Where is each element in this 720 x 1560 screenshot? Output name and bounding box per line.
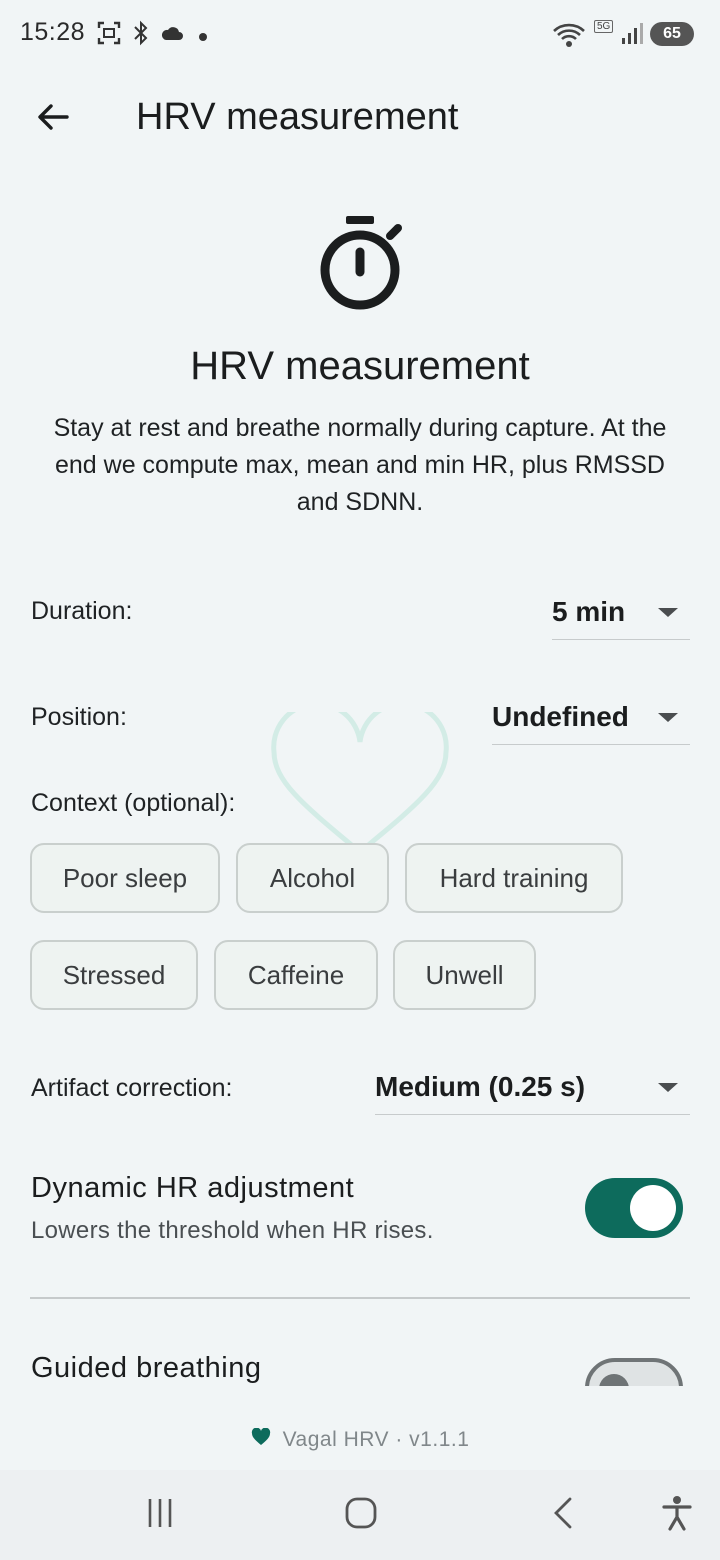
dropdown-arrow-icon [658,608,678,617]
back-button[interactable] [26,92,80,146]
chip-unwell[interactable]: Unwell [393,940,536,1010]
dynamic-hr-toggle[interactable] [585,1178,683,1238]
accessibility-button[interactable] [652,1490,702,1540]
battery-indicator: 65 [650,22,694,46]
position-label: Position: [31,703,127,731]
context-label: Context (optional): [31,789,236,817]
home-icon [344,1496,378,1535]
artifact-correction-label: Artifact correction: [31,1074,233,1102]
system-nav-bar [0,1470,720,1560]
chip-stressed[interactable]: Stressed [30,940,198,1010]
toggle-knob [630,1185,676,1231]
wifi-icon [552,22,586,53]
dropdown-arrow-icon [658,713,678,722]
cloud-icon [160,24,184,47]
recent-apps-icon [144,1497,176,1534]
divider [30,1297,690,1299]
duration-value: 5 min [552,595,626,627]
scroll-clip-region [0,1340,720,1386]
arrow-left-icon [35,99,71,140]
network-type-badge: 5G [594,20,614,33]
dynamic-hr-subtitle: Lowers the threshold when HR rises. [31,1217,434,1244]
chip-caffeine[interactable]: Caffeine [214,940,378,1010]
artifact-correction-value: Medium (0.25 s) [375,1070,586,1102]
guided-breathing-toggle[interactable] [585,1358,683,1386]
position-value: Undefined [492,700,629,732]
signal-icon [620,22,644,51]
app-version-text: Vagal HRV · v1.1.1 [282,1428,470,1451]
heart-icon [251,1427,271,1452]
chip-alcohol[interactable]: Alcohol [236,843,389,913]
section-description: Stay at rest and breathe normally during… [53,414,667,516]
dropdown-arrow-icon [658,1083,678,1092]
position-dropdown[interactable]: Undefined [492,689,690,745]
accessibility-icon [661,1495,693,1536]
dynamic-hr-title: Dynamic HR adjustment [31,1172,355,1204]
stopwatch-icon [312,212,408,316]
page-title: HRV measurement [136,96,459,138]
status-bar: 15:28 5G 65 [0,0,720,70]
section-title: HRV measurement [190,344,530,388]
top-app-bar: HRV measurement [0,70,720,166]
duration-dropdown[interactable]: 5 min [552,584,690,640]
screenshot-icon [96,20,122,51]
chip-hard-training[interactable]: Hard training [405,843,623,913]
app-version-footer: Vagal HRV · v1.1.1 [0,1427,720,1452]
artifact-correction-dropdown[interactable]: Medium (0.25 s) [375,1059,690,1115]
bluetooth-icon [132,20,150,51]
chip-poor-sleep[interactable]: Poor sleep [30,843,220,913]
duration-label: Duration: [31,597,133,625]
recent-apps-button[interactable] [135,1490,185,1540]
home-button[interactable] [336,1490,386,1540]
notification-dot-icon [198,29,208,47]
toggle-knob [599,1374,629,1386]
heart-watermark-icon [266,701,454,862]
status-time: 15:28 [20,18,86,46]
system-back-button[interactable] [538,1490,588,1540]
chevron-left-icon [548,1496,578,1535]
